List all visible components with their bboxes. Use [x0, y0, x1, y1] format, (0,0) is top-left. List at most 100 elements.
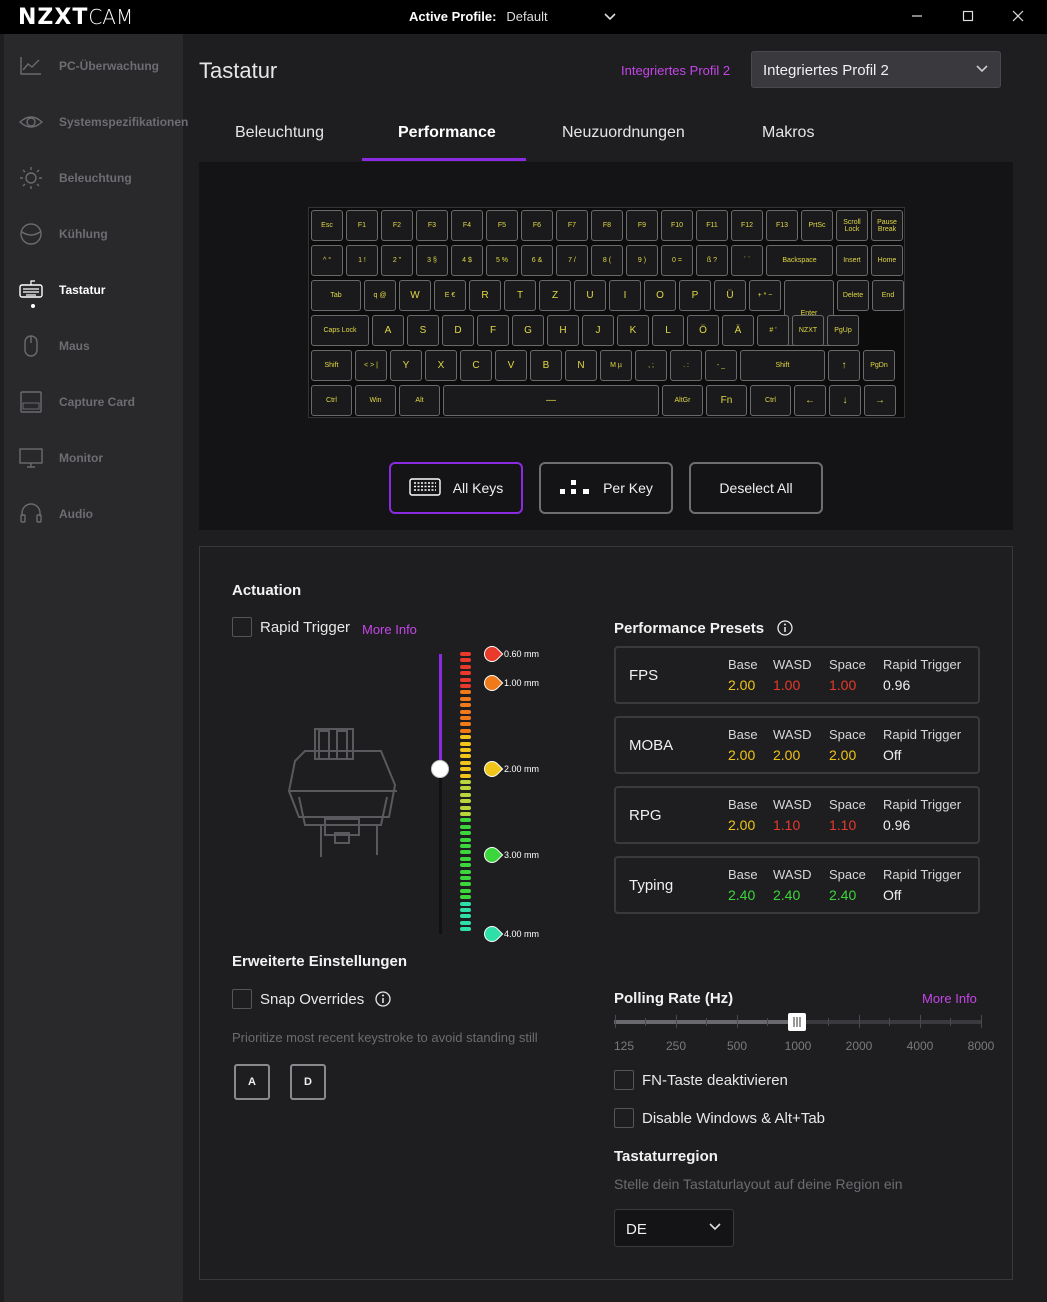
key[interactable]: , ;	[635, 350, 667, 381]
key[interactable]: Fn	[706, 385, 747, 416]
key[interactable]: F5	[486, 210, 518, 241]
rapid-trigger-more-info-link[interactable]: More Info	[362, 622, 417, 637]
polling-rate-label[interactable]: 8000	[968, 1039, 995, 1053]
key[interactable]: < > |	[355, 350, 387, 381]
key[interactable]: W	[399, 280, 431, 311]
key[interactable]: Backspace	[766, 245, 833, 276]
key[interactable]: PgUp	[827, 315, 859, 346]
key[interactable]: ↓	[829, 385, 861, 416]
key[interactable]: Pause Break	[871, 210, 903, 241]
tab-remapping[interactable]: Neuzuordnungen	[562, 124, 685, 142]
key[interactable]: ↑	[828, 350, 860, 381]
key[interactable]: F7	[556, 210, 588, 241]
key[interactable]: Shift	[311, 350, 352, 381]
polling-rate-label[interactable]: 1000	[785, 1039, 812, 1053]
key[interactable]: T	[504, 280, 536, 311]
polling-rate-label[interactable]: 4000	[907, 1039, 934, 1053]
preset-typing[interactable]: Typing Base 2.40 WASD 2.40 Space 2.40 Rapid Tri…	[614, 856, 980, 914]
key[interactable]: S	[407, 315, 439, 346]
key[interactable]: N	[565, 350, 597, 381]
key[interactable]: Caps Lock	[311, 315, 369, 346]
key[interactable]: - _	[705, 350, 737, 381]
info-icon[interactable]	[777, 620, 793, 641]
key[interactable]: 7 /	[556, 245, 588, 276]
key[interactable]: 2 "	[381, 245, 413, 276]
key[interactable]: Ctrl	[311, 385, 352, 416]
key[interactable]: q @	[364, 280, 396, 311]
key[interactable]: ←	[794, 385, 826, 416]
key[interactable]: L	[652, 315, 684, 346]
sidebar-item-keyboard[interactable]: Tastatur	[4, 270, 183, 310]
all-keys-button[interactable]: All Keys	[389, 462, 523, 514]
minimize-icon[interactable]	[904, 6, 930, 28]
key[interactable]: J	[582, 315, 614, 346]
key[interactable]: Alt	[399, 385, 440, 416]
maximize-icon[interactable]	[955, 6, 981, 28]
polling-rate-label[interactable]: 2000	[846, 1039, 873, 1053]
key[interactable]: ´ `	[731, 245, 763, 276]
polling-rate-label[interactable]: 500	[727, 1039, 747, 1053]
key[interactable]: # '	[757, 315, 789, 346]
key[interactable]: H	[547, 315, 579, 346]
disable-windows-alttab-checkbox[interactable]	[614, 1108, 634, 1128]
tab-lighting[interactable]: Beleuchtung	[235, 124, 324, 142]
key[interactable]: F6	[521, 210, 553, 241]
key[interactable]: P	[679, 280, 711, 311]
key[interactable]: R	[469, 280, 501, 311]
key[interactable]: + * ~	[749, 280, 781, 311]
key[interactable]: Ctrl	[750, 385, 791, 416]
chevron-down-icon[interactable]	[604, 10, 616, 24]
key[interactable]: Tab	[311, 280, 361, 311]
key[interactable]: End	[872, 280, 904, 311]
polling-rate-slider-knob[interactable]	[788, 1013, 806, 1031]
key[interactable]: G	[512, 315, 544, 346]
key[interactable]: Z	[539, 280, 571, 311]
key[interactable]: M µ	[600, 350, 632, 381]
key[interactable]: C	[460, 350, 492, 381]
key[interactable]: 1 !	[346, 245, 378, 276]
polling-rate-label[interactable]: 125	[614, 1039, 634, 1053]
key[interactable]: F12	[731, 210, 763, 241]
tab-macros[interactable]: Makros	[762, 124, 814, 142]
key[interactable]: F8	[591, 210, 623, 241]
key[interactable]: Y	[390, 350, 422, 381]
sidebar-item-audio[interactable]: Audio	[4, 494, 183, 534]
key[interactable]: B	[530, 350, 562, 381]
key[interactable]: F2	[381, 210, 413, 241]
key[interactable]: 4 $	[451, 245, 483, 276]
actuation-slider-track[interactable]	[439, 654, 442, 934]
key[interactable]: Ä	[722, 315, 754, 346]
key[interactable]: . :	[670, 350, 702, 381]
key[interactable]: Esc	[311, 210, 343, 241]
sidebar-item-monitor[interactable]: Monitor	[4, 438, 183, 478]
preset-moba[interactable]: MOBA Base 2.00 WASD 2.00 Space 2.00 Rapid Trigg…	[614, 716, 980, 774]
key[interactable]: Shift	[740, 350, 825, 381]
key[interactable]: 3 §	[416, 245, 448, 276]
key[interactable]: F	[477, 315, 509, 346]
key[interactable]: NZXT	[792, 315, 824, 346]
close-icon[interactable]	[1005, 6, 1031, 28]
snap-key-d[interactable]: D	[290, 1064, 326, 1100]
key[interactable]: Win	[355, 385, 396, 416]
key[interactable]: F13	[766, 210, 798, 241]
key[interactable]: V	[495, 350, 527, 381]
per-key-button[interactable]: Per Key	[539, 462, 673, 514]
snap-key-a[interactable]: A	[234, 1064, 270, 1100]
key[interactable]: Ö	[687, 315, 719, 346]
key[interactable]: →	[864, 385, 896, 416]
key[interactable]: Home	[871, 245, 903, 276]
key[interactable]: ^ °	[311, 245, 343, 276]
sidebar-item-lighting[interactable]: Beleuchtung	[4, 158, 183, 198]
key[interactable]: Insert	[836, 245, 868, 276]
key[interactable]: 8 (	[591, 245, 623, 276]
deselect-all-button[interactable]: Deselect All	[689, 462, 823, 514]
key[interactable]: Scroll Lock	[836, 210, 868, 241]
key[interactable]: F11	[696, 210, 728, 241]
key[interactable]: E €	[434, 280, 466, 311]
active-profile-selector[interactable]: Active Profile: Default	[409, 9, 616, 24]
key[interactable]: F4	[451, 210, 483, 241]
profile-select[interactable]: Integriertes Profil 2	[751, 51, 1001, 88]
key[interactable]: 5 %	[486, 245, 518, 276]
key[interactable]: 6 &	[521, 245, 553, 276]
key[interactable]: A	[372, 315, 404, 346]
